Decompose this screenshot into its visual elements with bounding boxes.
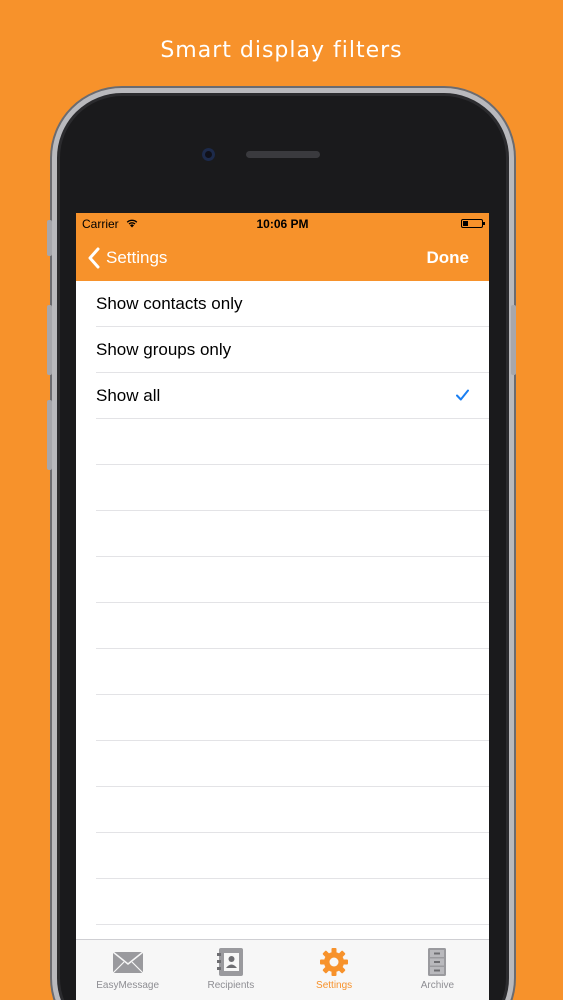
- phone-screen: Carrier 10:06 PM Settings Done Show cont…: [76, 213, 489, 1000]
- empty-row: [96, 603, 489, 649]
- page-headline: Smart display filters: [160, 38, 403, 63]
- option-show-groups-only[interactable]: Show groups only: [96, 327, 489, 373]
- envelope-icon: [112, 951, 144, 974]
- tab-recipients[interactable]: Recipients: [179, 940, 282, 1000]
- volume-up-button: [47, 305, 52, 375]
- checkmark-icon: [456, 389, 469, 401]
- tab-settings[interactable]: Settings: [283, 940, 386, 1000]
- empty-row: [96, 419, 489, 465]
- navigation-bar: Settings Done: [76, 235, 489, 281]
- option-show-all[interactable]: Show all: [96, 373, 489, 419]
- back-label: Settings: [106, 248, 168, 267]
- done-button[interactable]: Done: [427, 235, 470, 281]
- cabinet-icon: [428, 948, 447, 976]
- front-camera: [202, 148, 215, 161]
- tab-easymessage[interactable]: EasyMessage: [76, 940, 179, 1000]
- address-book-icon: [216, 948, 243, 976]
- option-label: Show groups only: [96, 340, 232, 359]
- option-show-contacts-only[interactable]: Show contacts only: [96, 281, 489, 327]
- option-label: Show contacts only: [96, 294, 243, 313]
- tab-label: Recipients: [207, 980, 255, 991]
- tab-label: Settings: [316, 980, 353, 991]
- chevron-left-icon: [88, 247, 100, 269]
- tab-archive[interactable]: Archive: [386, 940, 489, 1000]
- tab-bar: EasyMessage Recipients Settings Archive: [76, 939, 489, 1000]
- status-bar: Carrier 10:06 PM: [76, 213, 489, 235]
- earpiece-speaker: [246, 151, 320, 158]
- status-time: 10:06 PM: [256, 217, 309, 231]
- filter-options-list: Show contacts only Show groups only Show…: [76, 281, 489, 971]
- back-button[interactable]: Settings: [88, 235, 167, 281]
- mute-switch: [47, 220, 52, 256]
- empty-row: [96, 465, 489, 511]
- volume-down-button: [47, 400, 52, 470]
- option-label: Show all: [96, 386, 161, 405]
- empty-row: [96, 787, 489, 833]
- empty-row: [96, 649, 489, 695]
- empty-row: [96, 741, 489, 787]
- tab-label: EasyMessage: [96, 980, 160, 991]
- empty-row: [96, 695, 489, 741]
- power-button: [511, 305, 516, 375]
- empty-row: [96, 879, 489, 925]
- battery-icon: [461, 219, 485, 228]
- empty-row: [96, 833, 489, 879]
- empty-row: [96, 511, 489, 557]
- empty-row: [96, 557, 489, 603]
- tab-label: Archive: [420, 980, 455, 991]
- gear-icon: [320, 948, 349, 976]
